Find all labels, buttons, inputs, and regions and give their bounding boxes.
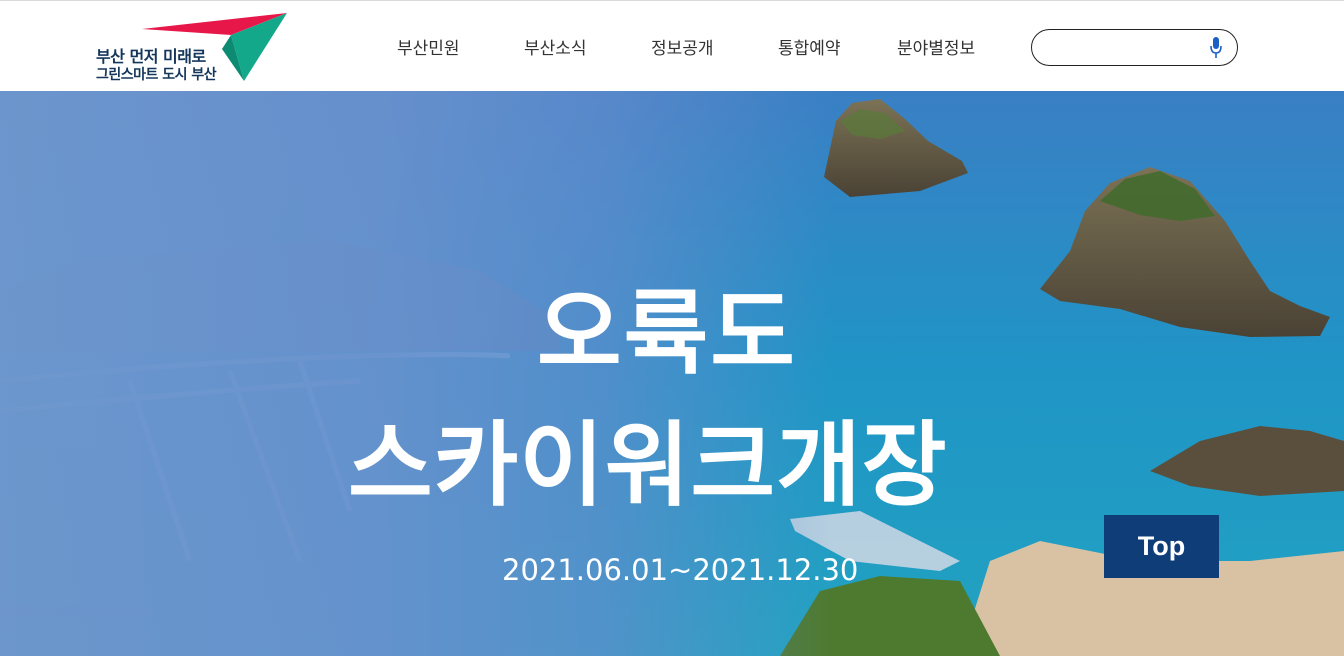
site-logo[interactable]: 부산 먼저 미래로 그린스마트 도시 부산 (94, 11, 290, 85)
site-header: 부산 먼저 미래로 그린스마트 도시 부산 부산민원 부산소식 정보공개 통합예… (0, 0, 1344, 91)
nav-item-civil-service[interactable]: 부산민원 (397, 34, 460, 59)
hero-title-line1-text: 오륙도 (537, 280, 797, 387)
hero-title-line2: 스카이워크개장 (348, 412, 948, 519)
logo-subtitle: 그린스마트 도시 부산 (96, 67, 217, 83)
nav-item-news[interactable]: 부산소식 (524, 34, 587, 59)
scroll-top-button[interactable]: Top (1104, 515, 1219, 578)
nav-item-field-info[interactable]: 분야별정보 (897, 34, 975, 59)
hero-title-line1: 오륙도 (0, 259, 1344, 392)
hero-date: 2021.06.01~2021.12.30 (502, 553, 859, 587)
microphone-icon[interactable] (1209, 36, 1223, 60)
nav-item-reservation[interactable]: 통합예약 (778, 34, 841, 59)
search-box (1031, 29, 1238, 66)
search-input[interactable] (1048, 36, 1212, 62)
nav-item-information[interactable]: 정보공개 (651, 34, 714, 59)
